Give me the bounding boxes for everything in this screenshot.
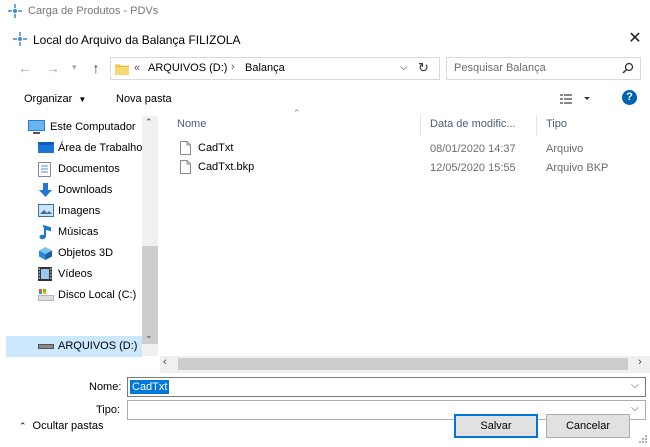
table-row[interactable]: CadTxt 08/01/2020 14:37 Arquivo	[176, 139, 650, 158]
file-name-input[interactable]: CadTxt ⌵	[127, 377, 646, 397]
file-icon	[180, 160, 191, 174]
sidebar-item-este-computador[interactable]: Este Computador	[0, 117, 142, 138]
sidebar-item-label: Vídeos	[58, 268, 93, 280]
sort-ascending-icon: ⌃	[293, 108, 301, 118]
file-name-value: CadTxt	[130, 380, 170, 394]
sidebar-item-label: ARQUIVOS (D:)	[58, 340, 138, 352]
view-options-icon[interactable]	[560, 93, 590, 105]
resize-grip-icon[interactable]	[638, 434, 648, 444]
cancel-button[interactable]: Cancelar	[546, 414, 630, 438]
toolbar: Organizar ▼ Nova pasta ?	[0, 84, 650, 114]
pictures-icon	[38, 204, 54, 218]
chevron-up-icon: ⌃	[19, 421, 27, 431]
desktop-icon	[38, 141, 54, 155]
new-folder-button[interactable]: Nova pasta	[116, 93, 172, 105]
sidebar-item-videos[interactable]: Vídeos	[0, 264, 142, 285]
refresh-icon[interactable]: ↻	[418, 60, 429, 76]
horizontal-scrollbar-thumb[interactable]	[178, 358, 628, 370]
documents-icon	[38, 162, 53, 177]
dialog-title: Local do Arquivo da Balança FILIZOLA	[33, 33, 241, 47]
sidebar-item-label: Área de Trabalho	[58, 142, 143, 154]
recent-dropdown-icon[interactable]: ▾	[72, 62, 77, 73]
local-disk-icon	[38, 288, 54, 302]
type-label: Tipo:	[96, 404, 121, 416]
search-box[interactable]: Pesquisar Balança	[446, 57, 641, 80]
column-divider[interactable]	[536, 114, 537, 136]
chevron-down-icon[interactable]: ⌵	[631, 403, 639, 414]
file-icon	[180, 141, 191, 155]
search-placeholder: Pesquisar Balança	[454, 62, 546, 74]
chevron-down-icon[interactable]: ⌵	[400, 62, 408, 73]
sidebar-item-arquivos-d[interactable]: ARQUIVOS (D:)	[6, 336, 142, 357]
folder-icon	[115, 62, 129, 75]
scroll-down-icon[interactable]: ⌄	[145, 330, 153, 341]
column-header-name[interactable]: Nome	[177, 118, 206, 130]
sidebar-item-label: Este Computador	[50, 121, 136, 133]
scroll-right-icon[interactable]: ›	[638, 356, 642, 368]
back-icon[interactable]: ←	[16, 60, 34, 76]
up-icon[interactable]: ↑	[87, 60, 105, 76]
sidebar-item-objetos-3d[interactable]: Objetos 3D	[0, 243, 142, 264]
sidebar-item-imagens[interactable]: Imagens	[0, 201, 142, 222]
sidebar-item-label: Músicas	[58, 226, 99, 238]
name-label: Nome:	[89, 381, 122, 393]
sidebar-item-disco-local[interactable]: Disco Local (C:)	[0, 285, 142, 306]
app-title: Carga de Produtos - PDVs	[28, 5, 159, 17]
downloads-icon	[38, 183, 53, 197]
search-icon[interactable]	[622, 62, 634, 74]
dialog-icon	[13, 32, 27, 46]
sidebar-item-label: Imagens	[58, 205, 101, 217]
chevron-down-icon[interactable]: ⌵	[631, 380, 639, 391]
chevron-down-icon: ▼	[78, 95, 87, 104]
objects3d-icon	[38, 246, 53, 260]
file-date: 12/05/2020 15:55	[430, 162, 516, 174]
file-type: Arquivo	[546, 143, 584, 155]
save-button[interactable]: Salvar	[454, 414, 538, 438]
sidebar-item-area-de-trabalho[interactable]: Área de Trabalho	[0, 138, 142, 159]
videos-icon	[38, 267, 53, 281]
organize-button[interactable]: Organizar ▼	[24, 93, 86, 105]
hide-folders-toggle[interactable]: ⌃ Ocultar pastas	[19, 420, 103, 432]
sidebar-item-label: Documentos	[58, 163, 120, 175]
hide-folders-label: Ocultar pastas	[32, 420, 104, 432]
breadcrumb-separator[interactable]: ›	[231, 61, 235, 73]
file-type: Arquivo BKP	[546, 162, 609, 174]
help-icon[interactable]: ?	[622, 90, 637, 105]
drive-icon	[38, 342, 54, 356]
app-icon	[8, 4, 22, 18]
save-dialog: Local do Arquivo da Balança FILIZOLA ✕ ←…	[0, 24, 650, 447]
sidebar-item-label: Objetos 3D	[58, 247, 114, 259]
column-divider[interactable]	[420, 114, 421, 136]
sidebar-item-musicas[interactable]: Músicas	[0, 222, 142, 243]
column-header-type[interactable]: Tipo	[546, 118, 567, 130]
sidebar-item-label: Disco Local (C:)	[58, 289, 137, 301]
app-title-bar: Carga de Produtos - PDVs	[0, 0, 650, 22]
file-name: CadTxt.bkp	[198, 161, 255, 173]
forward-icon[interactable]: →	[44, 60, 62, 76]
organize-label: Organizar	[24, 93, 73, 105]
breadcrumb-drive[interactable]: ARQUIVOS (D:)	[148, 62, 227, 74]
sidebar-item-downloads[interactable]: Downloads	[0, 180, 142, 201]
table-row[interactable]: CadTxt.bkp 12/05/2020 15:55 Arquivo BKP	[176, 158, 650, 177]
breadcrumb-folder[interactable]: Balança	[245, 62, 285, 74]
sidebar-item-documentos[interactable]: Documentos	[0, 159, 142, 180]
column-header-date[interactable]: Data de modific...	[430, 118, 516, 130]
file-name: CadTxt	[198, 142, 234, 154]
path-overflow[interactable]: «	[134, 62, 140, 74]
scroll-up-icon[interactable]: ⌃	[145, 117, 153, 128]
file-date: 08/01/2020 14:37	[430, 143, 516, 155]
address-bar[interactable]: « ARQUIVOS (D:) › Balança ⌵ ↻	[110, 57, 440, 80]
music-icon	[38, 225, 53, 240]
close-icon[interactable]: ✕	[622, 28, 648, 50]
sidebar-item-label: Downloads	[58, 184, 113, 196]
navigation-pane: Este Computador Área de Trabalho Documen…	[0, 116, 158, 357]
computer-icon	[28, 120, 45, 134]
scroll-left-icon[interactable]: ‹	[163, 356, 167, 368]
